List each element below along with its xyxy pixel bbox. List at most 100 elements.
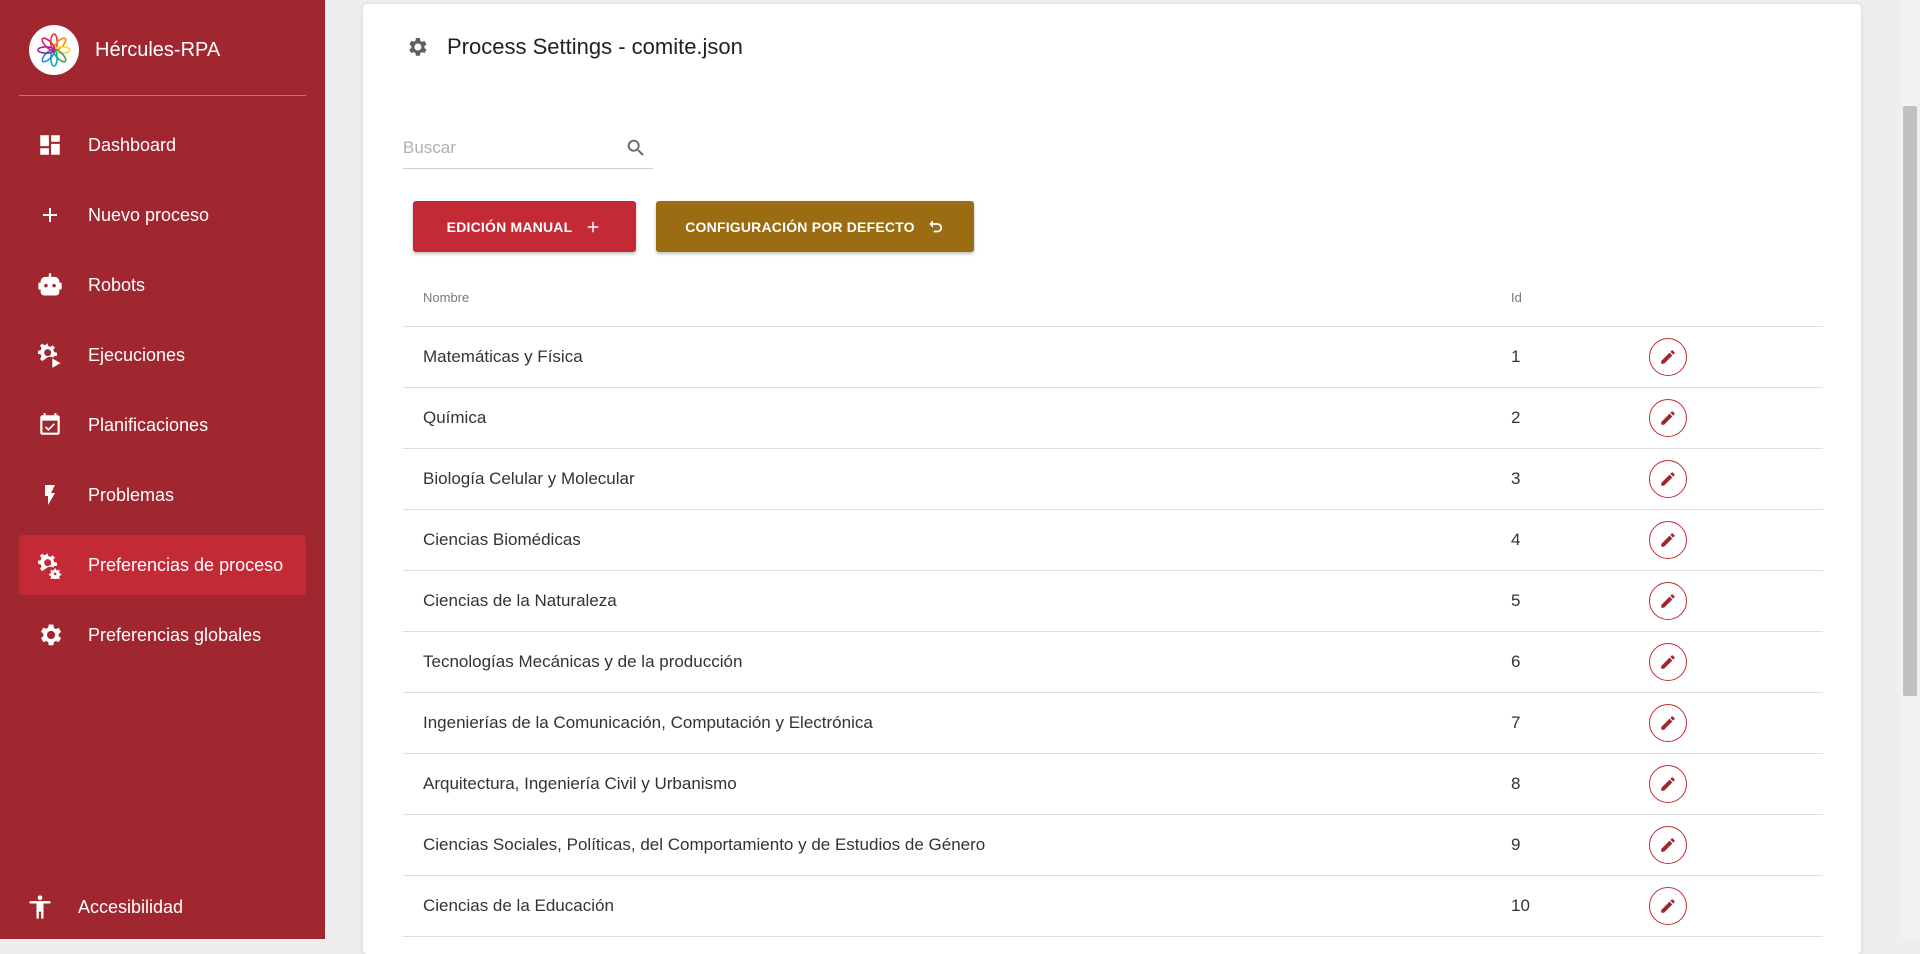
default-config-label: CONFIGURACIÓN POR DEFECTO: [685, 218, 915, 235]
row-actions: [1649, 704, 1823, 742]
edit-button[interactable]: [1649, 826, 1687, 864]
scrollbar[interactable]: [1900, 0, 1920, 939]
table-row: Tecnologías Mecánicas y de la producción…: [403, 632, 1823, 693]
row-name: Biología Celular y Molecular: [423, 469, 635, 488]
row-actions: [1649, 338, 1823, 376]
accessibility-button[interactable]: Accesibilidad: [26, 893, 183, 921]
sidebar-item-label: Robots: [88, 274, 146, 295]
divider: [19, 95, 306, 96]
sidebar-item-label: Planificaciones: [88, 414, 209, 435]
row-id: 5: [1511, 591, 1521, 610]
scrollbar-thumb[interactable]: [1903, 106, 1917, 696]
settings-icon: [405, 35, 429, 59]
row-actions: [1649, 643, 1823, 681]
table-row: Química 2: [403, 388, 1823, 449]
search-icon[interactable]: [625, 137, 647, 159]
edit-button[interactable]: [1649, 460, 1687, 498]
row-actions: [1649, 765, 1823, 803]
row-actions: [1649, 399, 1823, 437]
table-body: Matemáticas y Física 1 Química 2 Biologí…: [403, 327, 1823, 937]
table-row: Matemáticas y Física 1: [403, 327, 1823, 388]
sidebar-item-label: Preferencias de proceso: [88, 554, 284, 575]
pencil-icon: [1661, 533, 1675, 547]
card-header: Process Settings - comite.json: [405, 34, 743, 60]
row-id: 3: [1511, 469, 1521, 488]
pencil-icon: [1661, 838, 1675, 852]
pencil-icon: [1661, 777, 1675, 791]
app-logo-icon: [29, 25, 79, 75]
row-name: Ingenierías de la Comunicación, Computac…: [423, 713, 873, 732]
table-row: Arquitectura, Ingeniería Civil y Urbanis…: [403, 754, 1823, 815]
settings-card: Process Settings - comite.json EDICIÓN M…: [363, 4, 1861, 954]
search-input[interactable]: [403, 138, 625, 158]
pencil-icon: [1661, 899, 1675, 913]
cog-play-icon: [36, 341, 64, 369]
manual-edit-button[interactable]: EDICIÓN MANUAL: [413, 201, 636, 252]
sidebar-nav: Dashboard Nuevo proceso Robots Ejecucion…: [19, 115, 306, 675]
row-name: Química: [423, 408, 487, 427]
sidebar-item-problemas[interactable]: Problemas: [19, 465, 306, 525]
dashboard-icon: [36, 131, 64, 159]
edit-button[interactable]: [1649, 399, 1687, 437]
app-name: Hércules-RPA: [95, 38, 221, 61]
sidebar-item-label: Dashboard: [88, 134, 177, 155]
edit-button[interactable]: [1649, 338, 1687, 376]
table-row: Ciencias Biomédicas 4: [403, 510, 1823, 571]
sidebar-item-planificaciones[interactable]: Planificaciones: [19, 395, 306, 455]
sidebar-item-preferencias-globales[interactable]: Preferencias globales: [19, 605, 306, 665]
undo-icon: [927, 218, 945, 236]
sidebar-item-label: Problemas: [88, 484, 175, 505]
row-actions: [1649, 887, 1823, 925]
brand[interactable]: Hércules-RPA: [29, 25, 220, 75]
table-row: Ingenierías de la Comunicación, Computac…: [403, 693, 1823, 754]
search-box: [403, 128, 653, 169]
pencil-icon: [1661, 472, 1675, 486]
calendar-check-icon: [36, 411, 64, 439]
row-id: 9: [1511, 835, 1521, 854]
edit-button[interactable]: [1649, 643, 1687, 681]
row-id: 8: [1511, 774, 1521, 793]
cog-settings-icon: [36, 551, 64, 579]
sidebar-item-nuevo-proceso[interactable]: Nuevo proceso: [19, 185, 306, 245]
row-actions: [1649, 521, 1823, 559]
pencil-icon: [1661, 411, 1675, 425]
column-header-name[interactable]: Nombre: [403, 290, 1511, 305]
row-actions: [1649, 460, 1823, 498]
row-id: 2: [1511, 408, 1521, 427]
table-row: Ciencias de la Naturaleza 5: [403, 571, 1823, 632]
row-actions: [1649, 826, 1823, 864]
gear-icon: [36, 621, 64, 649]
table-row: Biología Celular y Molecular 3: [403, 449, 1823, 510]
manual-edit-label: EDICIÓN MANUAL: [446, 218, 573, 235]
accessibility-label: Accesibilidad: [78, 896, 184, 917]
table-row: Ciencias Sociales, Políticas, del Compor…: [403, 815, 1823, 876]
plus-icon: [584, 218, 602, 236]
edit-button[interactable]: [1649, 887, 1687, 925]
table-row: Ciencias de la Educación 10: [403, 876, 1823, 937]
edit-button[interactable]: [1649, 521, 1687, 559]
edit-button[interactable]: [1649, 765, 1687, 803]
row-id: 4: [1511, 530, 1521, 549]
bolt-icon: [36, 481, 64, 509]
sidebar: Hércules-RPA Dashboard Nuevo proceso Rob…: [0, 0, 325, 939]
pencil-icon: [1661, 594, 1675, 608]
row-name: Arquitectura, Ingeniería Civil y Urbanis…: [423, 774, 737, 793]
column-header-id[interactable]: Id: [1511, 290, 1649, 305]
row-name: Matemáticas y Física: [423, 347, 583, 366]
sidebar-item-robots[interactable]: Robots: [19, 255, 306, 315]
sidebar-item-dashboard[interactable]: Dashboard: [19, 115, 306, 175]
row-id: 7: [1511, 713, 1521, 732]
row-name: Tecnologías Mecánicas y de la producción: [423, 652, 743, 671]
pencil-icon: [1661, 716, 1675, 730]
row-id: 10: [1511, 896, 1530, 915]
sidebar-item-ejecuciones[interactable]: Ejecuciones: [19, 325, 306, 385]
row-name: Ciencias de la Educación: [423, 896, 614, 915]
pencil-icon: [1661, 655, 1675, 669]
sidebar-item-preferencias-de-proceso[interactable]: Preferencias de proceso: [19, 535, 306, 595]
row-name: Ciencias Sociales, Políticas, del Compor…: [423, 835, 986, 854]
edit-button[interactable]: [1649, 704, 1687, 742]
edit-button[interactable]: [1649, 582, 1687, 620]
page-title: Process Settings - comite.json: [447, 34, 743, 59]
row-name: Ciencias Biomédicas: [423, 530, 581, 549]
default-config-button[interactable]: CONFIGURACIÓN POR DEFECTO: [656, 201, 974, 252]
